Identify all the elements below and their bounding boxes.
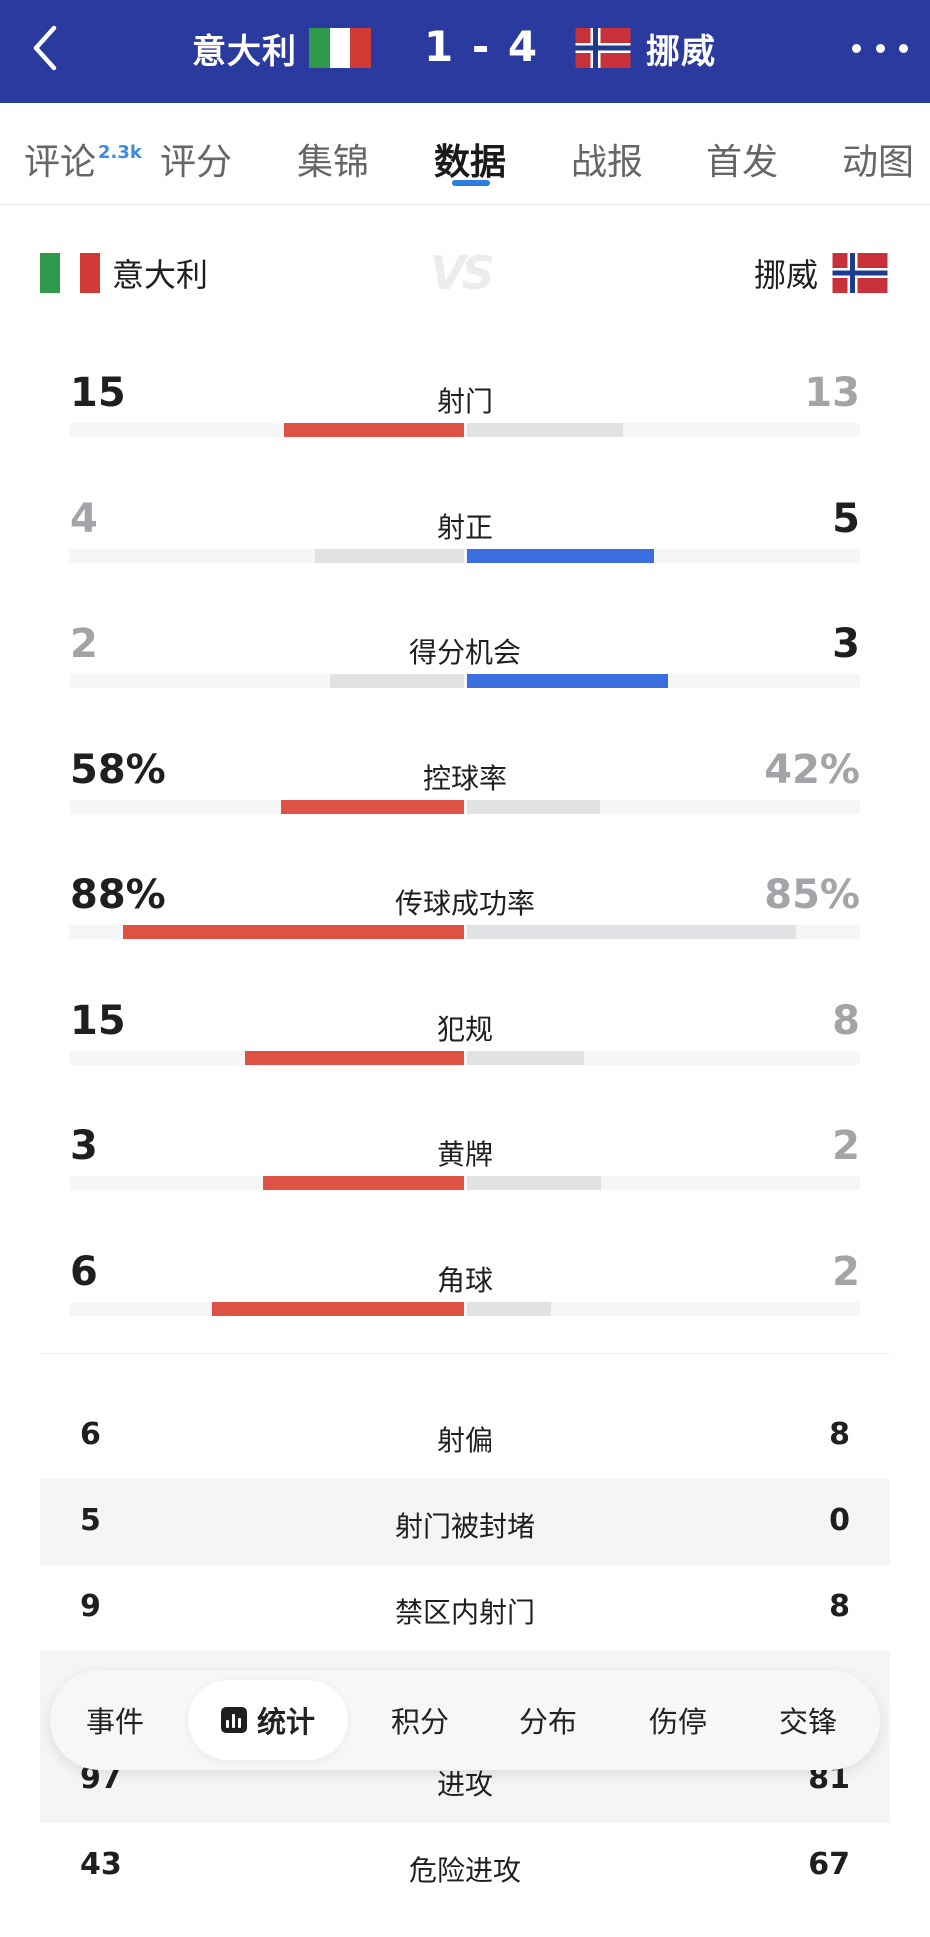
stat-label: 控球率 <box>422 761 507 795</box>
stat-row: 58% 42% 控球率 <box>0 737 930 847</box>
header-home-team: 意大利 <box>192 20 383 76</box>
bar-chart-icon <box>220 1707 247 1733</box>
italy-flag-icon <box>40 253 100 293</box>
bottom-tab-stats[interactable]: 统计 <box>188 1680 348 1760</box>
stat-label: 射门被封堵 <box>394 1510 535 1543</box>
stat-label: 射偏 <box>436 1424 493 1457</box>
tab-comments-label: 评论 <box>24 142 97 183</box>
stat-list-row: 43 危险进攻 67 <box>40 1823 890 1909</box>
stat-away-value: 8 <box>829 1589 850 1624</box>
stat-row: 3 2 黄牌 <box>0 1113 930 1223</box>
norway-flag-icon <box>572 28 634 68</box>
stat-row: 6 2 角球 <box>0 1239 930 1349</box>
stat-bar-track <box>70 1301 860 1316</box>
bottom-tab-injuries[interactable]: 伤停 <box>623 1670 733 1770</box>
stat-row: 15 13 射门 <box>0 360 930 470</box>
stat-away-value: 8 <box>829 1417 850 1452</box>
stat-label: 犯规 <box>436 1012 493 1046</box>
stat-away-bar <box>467 1050 584 1065</box>
stat-home-bar <box>263 1176 464 1190</box>
vs-logo: VS <box>430 246 495 300</box>
stat-label: 射门 <box>436 385 493 418</box>
stat-label: 射正 <box>436 510 493 544</box>
stat-away-bar <box>467 925 796 939</box>
stat-bar-track <box>70 423 860 437</box>
italy-flag-icon <box>309 28 371 68</box>
stat-list-row: 9 禁区内射门 8 <box>40 1565 890 1651</box>
stat-away-bar <box>467 423 623 437</box>
tab-comments[interactable]: 评论 2.3k <box>24 133 142 185</box>
stat-bar-track <box>70 1176 860 1190</box>
home-team-name: 意大利 <box>112 256 209 294</box>
norway-flag-icon <box>830 253 890 293</box>
stat-away-value: 0 <box>829 1503 850 1538</box>
match-header: 意大利 1 - 4 挪威 <box>0 0 930 103</box>
stat-home-bar <box>212 1301 464 1316</box>
content-tabs: 评论 2.3k 评分 集锦 数据 战报 首发 动图 <box>0 103 930 205</box>
stat-row: 15 8 犯规 <box>0 988 930 1098</box>
away-team-name: 挪威 <box>753 256 818 294</box>
stat-bar-track <box>70 1050 860 1065</box>
tab-report[interactable]: 战报 <box>571 133 643 185</box>
stat-label: 得分机会 <box>408 636 521 669</box>
tab-gifs[interactable]: 动图 <box>842 133 914 185</box>
bottom-tab-stats-label: 统计 <box>256 1705 315 1739</box>
stat-bar-track <box>70 674 860 688</box>
stat-away-bar <box>467 674 668 688</box>
header-away-name: 挪威 <box>646 31 716 72</box>
tab-stats[interactable]: 数据 <box>434 133 506 185</box>
bottom-tab-h2h[interactable]: 交锋 <box>753 1670 863 1770</box>
stat-away-bar <box>467 1176 601 1190</box>
stat-home-bar <box>330 674 464 688</box>
stat-away-value: 67 <box>808 1847 850 1882</box>
stat-away-bar <box>467 1301 551 1316</box>
stat-label: 黄牌 <box>436 1138 493 1171</box>
header-away-team: 挪威 <box>560 20 716 76</box>
home-team: 意大利 <box>40 250 208 296</box>
more-options-icon[interactable] <box>852 28 908 68</box>
stat-home-bar <box>245 1050 464 1065</box>
bottom-tab-bar: 事件 统计 积分 分布 伤停 交锋 <box>50 1670 880 1770</box>
stat-home-bar <box>284 423 464 437</box>
stat-label: 传球成功率 <box>394 887 535 920</box>
active-tab-indicator <box>452 180 490 186</box>
stat-row: 2 3 得分机会 <box>0 611 930 721</box>
back-arrow-icon[interactable] <box>26 22 66 74</box>
stat-list-row: 5 射门被封堵 0 <box>40 1479 890 1565</box>
stat-home-bar <box>123 925 464 939</box>
away-team: 挪威 <box>754 250 890 296</box>
stat-home-bar <box>315 548 464 563</box>
bottom-tab-distribution[interactable]: 分布 <box>493 1670 603 1770</box>
stat-row: 4 5 射正 <box>0 486 930 596</box>
stat-label: 危险进攻 <box>408 1854 521 1887</box>
section-divider <box>40 1353 890 1354</box>
stat-label: 禁区内射门 <box>394 1596 535 1629</box>
comment-count-badge: 2.3k <box>98 142 142 163</box>
header-home-name: 意大利 <box>192 31 297 72</box>
stat-away-bar <box>467 548 654 563</box>
tab-ratings[interactable]: 评分 <box>160 133 232 185</box>
bottom-tab-events[interactable]: 事件 <box>60 1670 170 1770</box>
stat-label: 角球 <box>436 1263 493 1297</box>
stat-home-bar <box>281 799 464 814</box>
tab-lineup[interactable]: 首发 <box>706 133 778 185</box>
stat-row: 88% 85% 传球成功率 <box>0 862 930 972</box>
stat-list-row: 6 射偏 8 <box>40 1393 890 1479</box>
stat-away-bar <box>467 799 600 814</box>
tab-highlights[interactable]: 集锦 <box>297 133 369 185</box>
stat-bar-track <box>70 548 860 563</box>
match-score: 1 - 4 <box>424 21 540 71</box>
stat-bar-track <box>70 799 860 814</box>
bottom-tab-standings[interactable]: 积分 <box>365 1670 475 1770</box>
